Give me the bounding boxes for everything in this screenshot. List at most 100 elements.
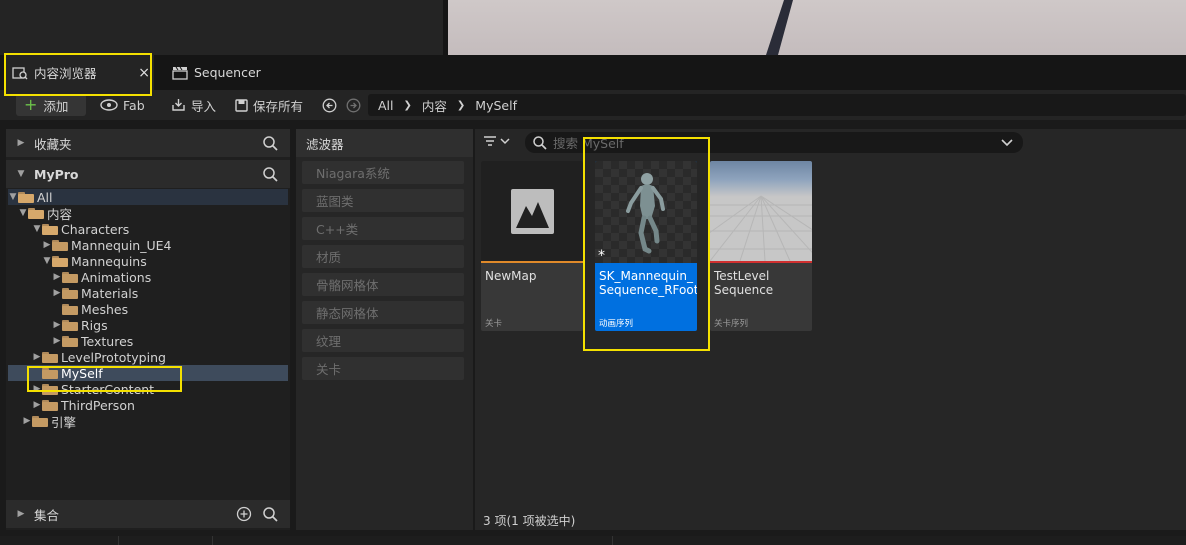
filter-header: 滤波器	[296, 129, 473, 157]
filter-panel: 滤波器 Niagara系统 蓝图类 C++类 材质 骨骼网格体 静态网格体 纹理…	[296, 129, 473, 530]
tree-item-meshes[interactable]: Meshes	[8, 301, 288, 317]
filter-level[interactable]: 关卡	[302, 357, 464, 380]
save-all-button[interactable]: 保存所有	[235, 94, 303, 116]
chevron-right-icon[interactable]: ▶	[16, 509, 26, 519]
tree-item-mannequin-ue4[interactable]: ▶ Mannequin_UE4	[8, 237, 288, 253]
folder-icon	[42, 383, 58, 395]
filter-blueprint[interactable]: 蓝图类	[302, 189, 464, 212]
tree-item-label: 引擎	[51, 414, 77, 430]
import-button[interactable]: 导入	[171, 94, 216, 116]
folder-icon	[62, 319, 78, 331]
chevron-right-icon[interactable]: ▶	[52, 272, 62, 282]
content-browser-toolbar: + 添加 Fab 导入 保存所有 All ❯ 内容 ❯ MySelf	[0, 90, 1186, 120]
breadcrumb-item-content[interactable]: 内容	[422, 96, 447, 115]
collections-header[interactable]: ▶ 集合	[6, 500, 290, 528]
chevron-right-icon[interactable]: ▶	[32, 352, 42, 362]
folder-tree: ▼ All ▼ 内容 ▼ Characters ▶ Mannequin_UE4 ▼ Man…	[8, 189, 288, 430]
chevron-right-icon[interactable]: ▶	[32, 384, 42, 394]
search-icon[interactable]	[263, 135, 278, 151]
chevron-right-icon[interactable]: ▶	[16, 138, 26, 148]
folder-open-icon	[18, 191, 34, 203]
save-icon	[235, 98, 248, 112]
chevron-right-icon[interactable]: ❯	[404, 100, 412, 111]
filter-texture[interactable]: 纹理	[302, 329, 464, 352]
search-placeholder: 搜索 MySelf	[553, 136, 624, 151]
filter-cpp[interactable]: C++类	[302, 217, 464, 240]
tree-item-myself[interactable]: MySelf	[8, 365, 288, 381]
tree-item-materials[interactable]: ▶ Materials	[8, 285, 288, 301]
chevron-down-icon[interactable]: ▼	[16, 169, 26, 179]
breadcrumb-item-myself[interactable]: MySelf	[475, 98, 517, 113]
tree-item-startercontent[interactable]: ▶ StarterContent	[8, 381, 288, 397]
chevron-right-icon[interactable]: ▶	[52, 320, 62, 330]
tree-item-textures[interactable]: ▶ Textures	[8, 333, 288, 349]
folder-open-icon	[52, 255, 68, 267]
tree-item-rigs[interactable]: ▶ Rigs	[8, 317, 288, 333]
tree-item-engine[interactable]: ▶ 引擎	[8, 413, 288, 430]
chevron-right-icon[interactable]: ▶	[52, 288, 62, 298]
search-icon[interactable]	[263, 506, 278, 522]
add-circle-icon[interactable]	[236, 506, 252, 522]
chevron-right-icon[interactable]: ❯	[457, 100, 465, 111]
asset-type: 关卡序列	[714, 319, 749, 329]
tree-item-characters[interactable]: ▼ Characters	[8, 221, 288, 237]
asset-card-testlevel-sequence[interactable]: TestLevel Sequence 关卡序列	[710, 161, 812, 331]
collections-label: 集合	[34, 507, 60, 523]
filter-material[interactable]: 材质	[302, 245, 464, 268]
chevron-down-icon[interactable]: ▼	[42, 256, 52, 266]
tree-item-label: Characters	[61, 221, 130, 237]
search-icon	[533, 135, 547, 150]
tree-item-levelprototyping[interactable]: ▶ LevelPrototyping	[8, 349, 288, 365]
folder-icon	[42, 367, 58, 379]
chevron-right-icon[interactable]: ▶	[42, 240, 52, 250]
save-all-label: 保存所有	[253, 98, 304, 114]
tree-item-label: StarterContent	[61, 381, 155, 397]
fab-button[interactable]: Fab	[100, 94, 145, 116]
filter-skeletal-mesh[interactable]: 骨骼网格体	[302, 273, 464, 296]
close-icon[interactable]: ×	[138, 65, 150, 81]
tab-sequencer[interactable]: Sequencer	[164, 55, 304, 90]
filter-static-mesh[interactable]: 静态网格体	[302, 301, 464, 324]
svg-text:*: *	[598, 248, 605, 263]
folder-icon	[62, 335, 78, 347]
chevron-down-icon[interactable]: ▼	[18, 208, 28, 218]
filter-icon	[484, 136, 496, 146]
tab-content-browser[interactable]: 内容浏览器 ×	[4, 55, 154, 90]
project-header[interactable]: ▼ MyPro	[6, 160, 290, 188]
tree-item-label: All	[37, 189, 53, 205]
sources-panel: ▶ 收藏夹 ▼ MyPro ▼ All ▼ 内容 ▼ Characters ▶ Mann…	[6, 129, 290, 530]
tree-item-label: Materials	[81, 285, 139, 301]
clapperboard-icon	[172, 66, 188, 80]
tree-item-thirdperson[interactable]: ▶ ThirdPerson	[8, 397, 288, 413]
level-preview-image	[710, 195, 812, 263]
asset-card-sk-mannequin-sequence-rfoot[interactable]: * SK_Mannequin_ Sequence_RFoot 动画序列	[595, 161, 697, 331]
chevron-down-icon[interactable]: ▼	[8, 192, 18, 202]
chevron-down-icon[interactable]: ▼	[32, 224, 42, 234]
asset-card-newmap[interactable]: NewMap 关卡	[481, 161, 583, 331]
chevron-down-icon[interactable]	[1001, 138, 1013, 147]
tree-item-label: Mannequins	[71, 253, 147, 269]
bottom-bar	[0, 536, 1186, 545]
import-label: 导入	[191, 98, 217, 114]
level-viewport[interactable]	[448, 0, 1186, 55]
tree-item-mannequins[interactable]: ▼ Mannequins	[8, 253, 288, 269]
tree-item-animations[interactable]: ▶ Animations	[8, 269, 288, 285]
forward-button[interactable]	[346, 94, 361, 116]
folder-icon	[62, 303, 78, 315]
filter-niagara[interactable]: Niagara系统	[302, 161, 464, 184]
tree-item-label: ThirdPerson	[61, 397, 135, 413]
search-input[interactable]: 搜索 MySelf	[525, 132, 1023, 153]
filter-dropdown[interactable]	[483, 135, 510, 147]
back-button[interactable]	[322, 94, 337, 116]
favorites-header[interactable]: ▶ 收藏夹	[6, 129, 290, 157]
chevron-right-icon[interactable]: ▶	[52, 336, 62, 346]
tree-item-label: MySelf	[61, 365, 103, 381]
add-button[interactable]: + 添加	[16, 94, 86, 116]
viewport-scene	[766, 0, 793, 55]
tree-item-content[interactable]: ▼ 内容	[8, 205, 288, 222]
chevron-right-icon[interactable]: ▶	[32, 400, 42, 410]
chevron-right-icon[interactable]: ▶	[22, 416, 32, 426]
asset-name: SK_Mannequin_ Sequence_RFoot	[599, 269, 697, 297]
search-icon[interactable]	[263, 166, 278, 182]
breadcrumb-item-all[interactable]: All	[378, 98, 394, 113]
